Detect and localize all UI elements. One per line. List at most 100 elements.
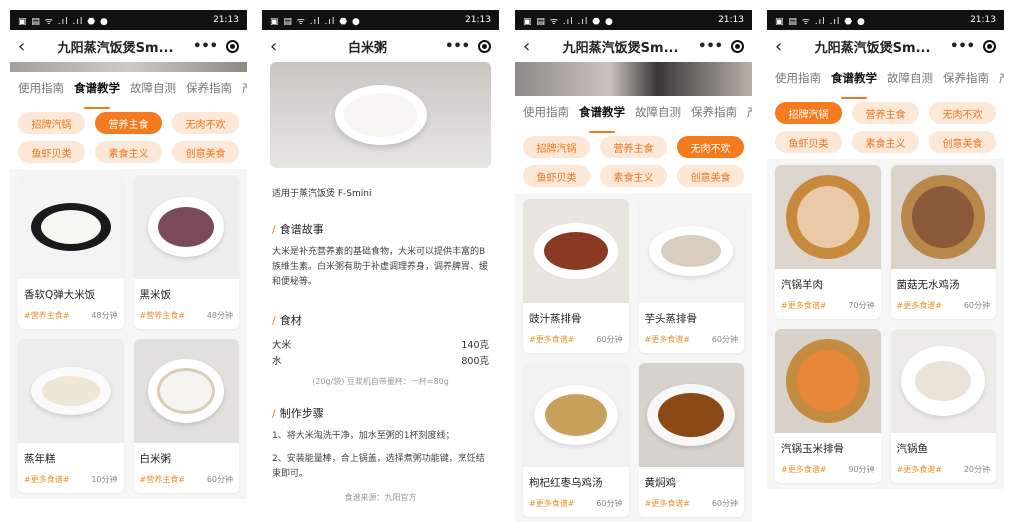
more-dots-icon[interactable]: ••• [445,39,470,54]
category-chips: 招牌汽锅 营养主食 无肉不欢 鱼虾贝类 素食主义 创意美食 [767,94,1004,159]
recipe-name: 汽锅鱼 [896,443,929,455]
tab-troubleshoot[interactable]: 故障自测 [130,80,176,104]
more-dots-icon[interactable]: ••• [950,39,975,54]
tab-guide[interactable]: 使用指南 [18,80,64,104]
recipe-time: 60分钟 [206,475,233,484]
chip-seafood[interactable]: 鱼虾贝类 [523,165,590,187]
recipe-card[interactable]: 汽锅羊肉 #更多食谱# 70分钟 [775,165,881,319]
chip-creative[interactable]: 创意美食 [677,165,744,187]
mini-program-capsule[interactable]: ••• [193,39,239,54]
recipe-hero-image [270,62,491,168]
tab-bar: 使用指南 食谱教学 故障自测 保养指南 产品 [10,72,247,109]
back-arrow-icon[interactable]: ‹ [775,36,795,57]
chip-meat[interactable]: 无肉不欢 [172,112,239,134]
tab-maintenance[interactable]: 保养指南 [691,104,737,128]
mini-program-capsule[interactable]: ••• [445,39,491,54]
recipe-name: 白米粥 [139,453,172,465]
tab-recipes[interactable]: 食谱教学 [74,80,120,109]
recipe-time: 60分钟 [711,499,738,508]
status-time: 21:13 [970,15,996,25]
recipe-image [133,175,239,279]
banner-image [10,62,247,72]
tab-maintenance[interactable]: 保养指南 [186,80,232,104]
tab-product[interactable]: 产品 [747,104,752,128]
chip-staple[interactable]: 营养主食 [95,112,162,134]
recipe-card[interactable]: 香软Q弹大米饭 #营养主食# 48分钟 [18,175,124,329]
mini-program-capsule[interactable]: ••• [698,39,744,54]
page-title: 白米粥 [348,40,388,56]
recipe-card[interactable]: 白米粥 #营养主食# 60分钟 [133,339,239,493]
recipe-name: 芋头蒸排骨 [644,313,698,325]
chip-signature-pot[interactable]: 招牌汽锅 [523,136,590,158]
recipe-time: 60分钟 [963,301,990,310]
nav-bar: ‹ 九阳蒸汽饭煲Sm... ••• [515,30,752,62]
ingredient-amount: 140克 [461,340,489,351]
tab-troubleshoot[interactable]: 故障自测 [635,104,681,128]
back-arrow-icon[interactable]: ‹ [523,36,543,57]
status-icons: ▣ ▤ ᯤ .ıl .ıl ⬣ ● [270,16,361,27]
chip-staple[interactable]: 营养主食 [852,102,919,124]
status-bar: ▣ ▤ ᯤ .ıl .ıl ⬣ ● 21:13 [10,10,247,30]
chip-seafood[interactable]: 鱼虾贝类 [18,141,85,163]
chip-signature-pot[interactable]: 招牌汽锅 [775,102,842,124]
steps-title: 制作步骤 [279,407,324,420]
recipe-grid: 香软Q弹大米饭 #营养主食# 48分钟 黑米饭 #营养主食# 48分钟 蒸年糕 #更… [10,169,247,499]
recipe-name: 汽锅玉米排骨 [781,443,844,455]
recipe-image [775,329,881,433]
phone-screen-recipe-list-staple: ▣ ▤ ᯤ .ıl .ıl ⬣ ● 21:13 ‹ 九阳蒸汽饭煲Sm... ••… [10,10,247,522]
tab-troubleshoot[interactable]: 故障自测 [887,70,933,94]
category-chips: 招牌汽锅 营养主食 无肉不欢 鱼虾贝类 素食主义 创意美食 [515,128,752,193]
status-bar: ▣ ▤ ᯤ .ıl .ıl ⬣ ● 21:13 [767,10,1004,30]
step-text: 1、将大米淘洗干净，加水至粥的1杯刻度线； [272,431,455,441]
more-dots-icon[interactable]: ••• [193,39,218,54]
recipe-card[interactable]: 汽锅鱼 #更多食谱# 20分钟 [890,329,996,483]
recipe-tag: #更多食谱# [781,301,827,310]
recipe-tag: #更多食谱# [781,465,827,474]
phone-screen-recipe-list-signature: ▣ ▤ ᯤ .ıl .ıl ⬣ ● 21:13 ‹ 九阳蒸汽饭煲Sm... ••… [767,10,1004,522]
record-icon[interactable] [731,39,744,53]
recipe-name: 汽锅羊肉 [781,279,823,291]
chip-vegetarian[interactable]: 素食主义 [852,131,919,153]
recipe-image [523,199,629,303]
tab-recipes[interactable]: 食谱教学 [579,104,625,133]
tab-guide[interactable]: 使用指南 [775,70,821,94]
chip-vegetarian[interactable]: 素食主义 [95,141,162,163]
recipe-tag: #更多食谱# [24,475,70,484]
chip-seafood[interactable]: 鱼虾贝类 [775,131,842,153]
chip-vegetarian[interactable]: 素食主义 [600,165,667,187]
record-icon[interactable] [478,39,491,53]
recipe-card[interactable]: 黑米饭 #营养主食# 48分钟 [133,175,239,329]
back-arrow-icon[interactable]: ‹ [18,36,38,57]
page-title: 九阳蒸汽饭煲Sm... [814,40,931,56]
recipe-card[interactable]: 汽锅玉米排骨 #更多食谱# 90分钟 [775,329,881,483]
chip-creative[interactable]: 创意美食 [929,131,996,153]
chip-signature-pot[interactable]: 招牌汽锅 [18,112,85,134]
recipe-card[interactable]: 枸杞红枣乌鸡汤 #更多食谱# 60分钟 [523,363,629,517]
tab-guide[interactable]: 使用指南 [523,104,569,128]
recipe-name: 黑米饭 [139,289,172,301]
mini-program-capsule[interactable]: ••• [950,39,996,54]
recipe-tag: #更多食谱# [896,465,942,474]
recipe-card[interactable]: 蒸年糕 #更多食谱# 10分钟 [18,339,124,493]
back-arrow-icon[interactable]: ‹ [270,36,290,57]
recipe-card[interactable]: 芋头蒸排骨 #更多食谱# 60分钟 [638,199,744,353]
recipe-card[interactable]: 黄焖鸡 #更多食谱# 60分钟 [638,363,744,517]
tab-maintenance[interactable]: 保养指南 [943,70,989,94]
record-icon[interactable] [226,39,239,53]
record-icon[interactable] [983,39,996,53]
recipe-tag: #营养主食# [139,311,185,320]
chip-meat[interactable]: 无肉不欢 [677,136,744,158]
recipe-source: 食谱来源：九阳官方 [344,493,417,502]
recipe-tag: #更多食谱# [644,335,690,344]
page-title: 九阳蒸汽饭煲Sm... [562,40,679,56]
chip-creative[interactable]: 创意美食 [172,141,239,163]
chip-staple[interactable]: 营养主食 [600,136,667,158]
chip-meat[interactable]: 无肉不欢 [929,102,996,124]
tab-product[interactable]: 产品 [242,80,247,104]
more-dots-icon[interactable]: ••• [698,39,723,54]
tab-product[interactable]: 产品 [999,70,1004,94]
tab-recipes[interactable]: 食谱教学 [831,70,877,99]
recipe-card[interactable]: 豉汁蒸排骨 #更多食谱# 60分钟 [523,199,629,353]
recipe-card[interactable]: 菌菇无水鸡汤 #更多食谱# 60分钟 [890,165,996,319]
recipe-time: 20分钟 [963,465,990,474]
